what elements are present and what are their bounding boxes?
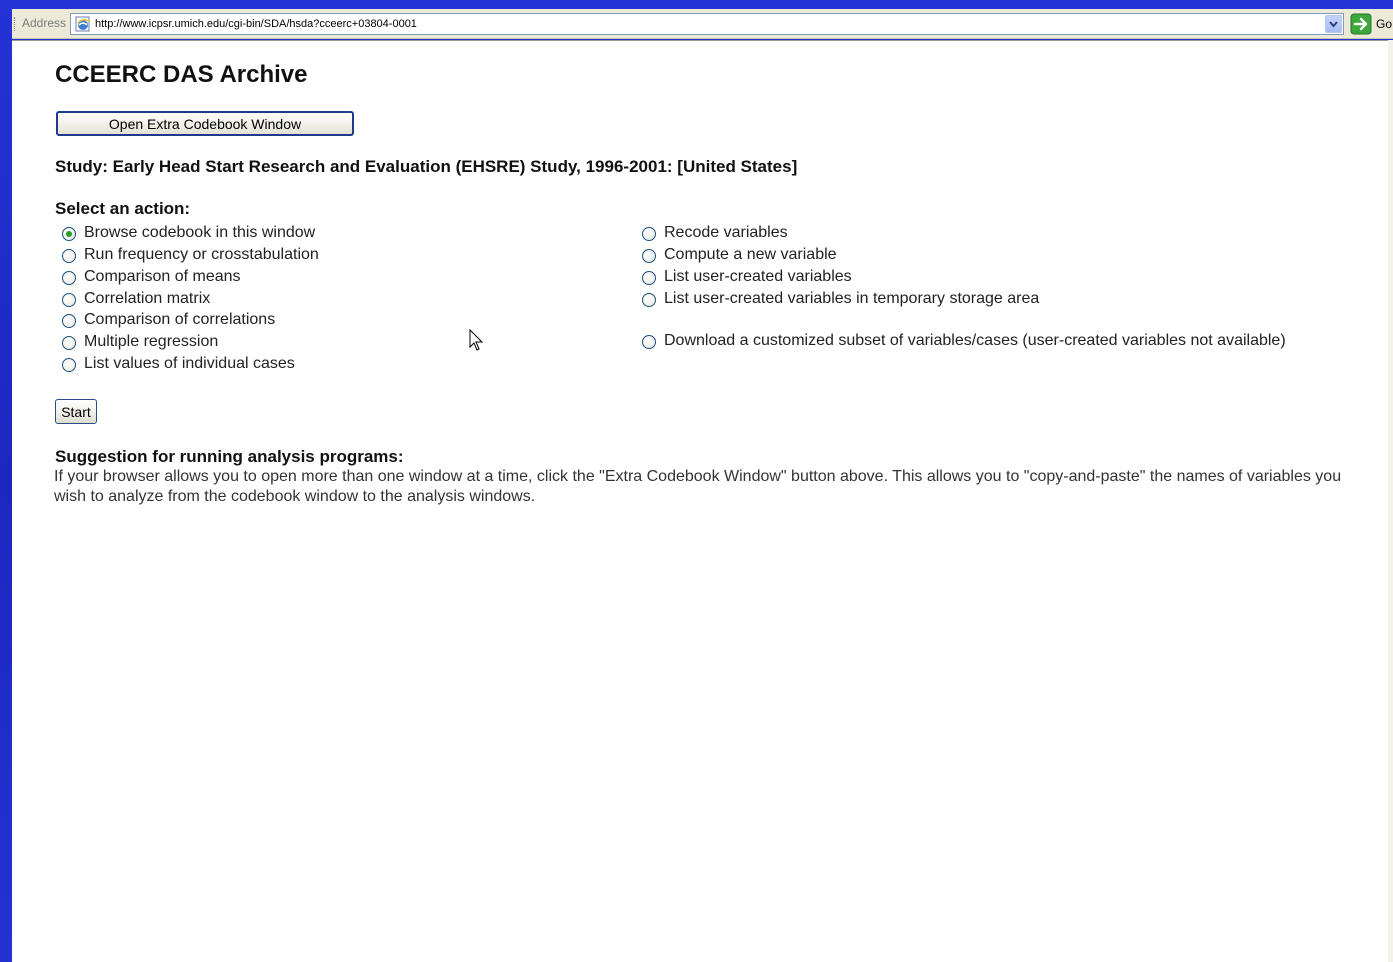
toolbar-grip[interactable] (14, 17, 17, 31)
go-button[interactable]: Go (1376, 17, 1392, 31)
address-dropdown-button[interactable] (1325, 15, 1342, 33)
radio-button[interactable] (62, 314, 76, 328)
action-label: Download a customized subset of variable… (664, 332, 1286, 349)
select-action-label: Select an action: (55, 199, 191, 218)
radio-button[interactable] (642, 227, 656, 241)
vertical-scrollbar[interactable] (1388, 40, 1393, 962)
action-label: List user-created variables in temporary… (664, 290, 1040, 307)
radio-button[interactable] (62, 336, 76, 350)
radio-button[interactable] (62, 227, 76, 241)
radio-button[interactable] (642, 293, 656, 307)
study-title: Study: Early Head Start Research and Eva… (55, 157, 798, 176)
action-label: Recode variables (664, 224, 788, 241)
suggestion-text: If your browser allows you to open more … (54, 468, 1342, 505)
suggestion-title: Suggestion for running analysis programs… (55, 447, 404, 466)
go-arrow-icon[interactable] (1350, 13, 1372, 35)
action-label: Run frequency or crosstabulation (84, 246, 319, 263)
chevron-down-icon (1329, 21, 1338, 28)
action-label: List user-created variables (664, 268, 852, 285)
address-input[interactable]: http://www.icpsr.umich.edu/cgi-bin/SDA/h… (70, 13, 1344, 35)
action-label: Browse codebook in this window (84, 224, 316, 241)
radio-button[interactable] (62, 249, 76, 263)
action-label: Comparison of correlations (84, 311, 276, 328)
address-bar: Address http://www.icpsr.umich.edu/cgi-b… (12, 9, 1393, 39)
start-button[interactable]: Start (55, 399, 97, 424)
action-label: Compute a new variable (664, 246, 837, 263)
page-content: CCEERC DAS Archive Open Extra Codebook W… (12, 40, 1388, 962)
action-label: Multiple regression (84, 333, 219, 350)
radio-button[interactable] (62, 293, 76, 307)
address-label: Address (22, 16, 67, 30)
action-label: List values of individual cases (84, 355, 295, 372)
radio-button[interactable] (642, 271, 656, 285)
page-title: CCEERC DAS Archive (55, 61, 308, 88)
action-label: Correlation matrix (84, 290, 211, 307)
page-icon (75, 16, 91, 32)
open-extra-codebook-button[interactable]: Open Extra Codebook Window (56, 111, 354, 136)
address-url: http://www.icpsr.umich.edu/cgi-bin/SDA/h… (95, 18, 417, 30)
action-label: Comparison of means (84, 268, 241, 285)
radio-button[interactable] (642, 335, 656, 349)
radio-button[interactable] (62, 271, 76, 285)
radio-button[interactable] (642, 249, 656, 263)
browser-window: Address http://www.icpsr.umich.edu/cgi-b… (0, 0, 1393, 962)
mouse-pointer-icon (469, 329, 484, 351)
radio-button[interactable] (62, 358, 76, 372)
